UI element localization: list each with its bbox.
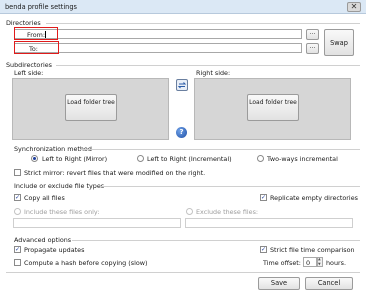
window-title: benda profile settings [5, 3, 77, 11]
strict-mirror-label: Strict mirror: revert files that were mo… [24, 169, 206, 177]
subdirectories-section-label: Subdirectories [6, 61, 53, 69]
footer-divider [6, 272, 360, 273]
subdirectories-divider [56, 65, 360, 66]
exclude-input[interactable] [185, 218, 353, 228]
strict-time-checkbox[interactable]: ✓ [260, 246, 267, 253]
exclude-label: Exclude these files: [196, 208, 259, 216]
time-offset-spinner[interactable] [317, 257, 323, 267]
time-offset-input[interactable]: 0 [303, 257, 317, 267]
advanced-section-label: Advanced options [14, 236, 72, 244]
from-browse-button[interactable]: ... [306, 29, 319, 40]
hash-label: Compute a hash before copying (slow) [24, 259, 148, 267]
time-offset-label: Time offset: [263, 259, 301, 267]
propagate-checkbox[interactable]: ✓ [14, 246, 21, 253]
exclude-radio[interactable] [186, 208, 193, 215]
replicate-checkbox[interactable]: ✓ [260, 194, 267, 201]
hours-label: hours. [326, 259, 346, 267]
include-label: Include these files only: [24, 208, 100, 216]
time-offset-value: 0 [306, 259, 311, 267]
save-button[interactable]: Save [258, 277, 300, 290]
left-tree-panel[interactable]: Load folder tree [12, 78, 169, 140]
filters-divider [100, 186, 360, 187]
filters-section-label: Include or exclude file types [14, 182, 105, 190]
right-side-label: Right side: [196, 69, 231, 77]
propagate-label: Propagate updates [24, 246, 85, 254]
sync-divider [80, 149, 360, 150]
from-highlight [14, 27, 58, 40]
sync-folders-icon[interactable] [176, 79, 188, 91]
left-side-label: Left side: [14, 69, 44, 77]
include-radio[interactable] [14, 208, 21, 215]
directories-divider [46, 23, 360, 24]
include-input[interactable] [13, 218, 181, 228]
radio-mirror-label: Left to Right (Mirror) [42, 155, 108, 163]
replicate-label: Replicate empty directories [270, 194, 358, 202]
radio-incremental[interactable] [137, 155, 144, 162]
close-icon[interactable]: ✕ [347, 2, 361, 12]
help-icon[interactable]: ? [176, 127, 187, 138]
directories-section-label: Directories [6, 19, 41, 27]
copy-all-checkbox[interactable]: ✓ [14, 194, 21, 201]
cancel-button[interactable]: Cancel [305, 277, 353, 290]
radio-two-ways[interactable] [257, 155, 264, 162]
load-left-tree-button[interactable]: Load folder tree [65, 94, 117, 121]
radio-two-ways-label: Two-ways incremental [267, 155, 338, 163]
radio-mirror[interactable] [31, 155, 38, 162]
load-right-tree-button[interactable]: Load folder tree [247, 94, 299, 121]
to-browse-button[interactable]: ... [306, 43, 319, 54]
strict-time-label: Strict file time comparison [270, 246, 355, 254]
title-bar: benda profile settings ✕ [0, 0, 366, 14]
strict-mirror-checkbox[interactable] [14, 169, 21, 176]
advanced-divider [72, 240, 360, 241]
to-highlight [14, 41, 59, 54]
swap-button[interactable]: Swap [324, 29, 354, 56]
copy-all-label: Copy all files [24, 194, 65, 202]
radio-incremental-label: Left to Right (Incremental) [147, 155, 232, 163]
hash-checkbox[interactable] [14, 259, 21, 266]
right-tree-panel[interactable]: Load folder tree [194, 78, 351, 140]
